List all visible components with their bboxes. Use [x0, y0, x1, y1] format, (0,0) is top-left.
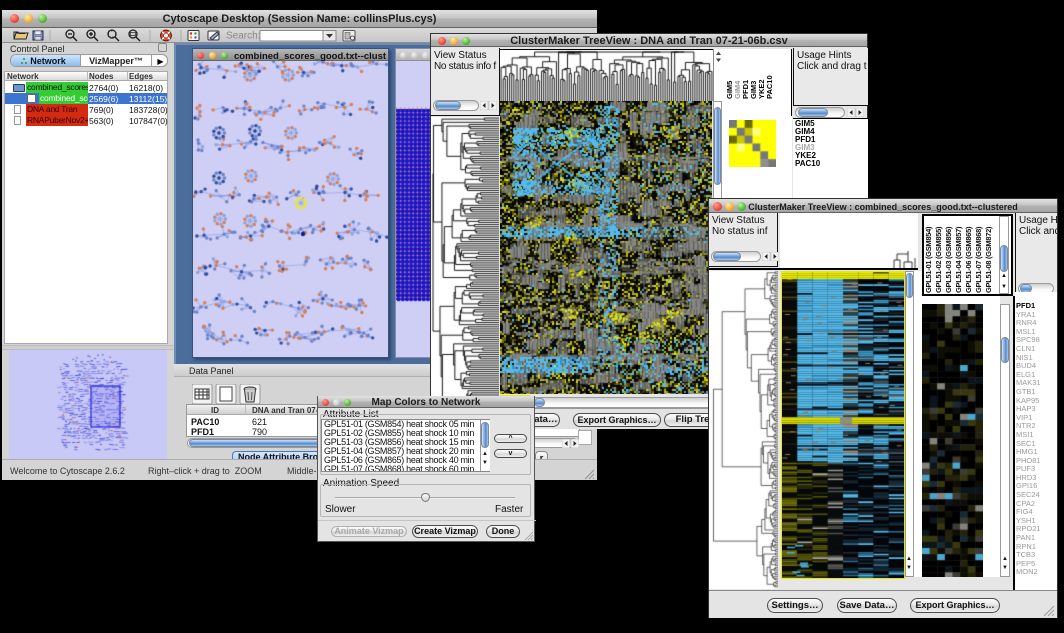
- svg-text:Search:: Search:: [226, 31, 260, 42]
